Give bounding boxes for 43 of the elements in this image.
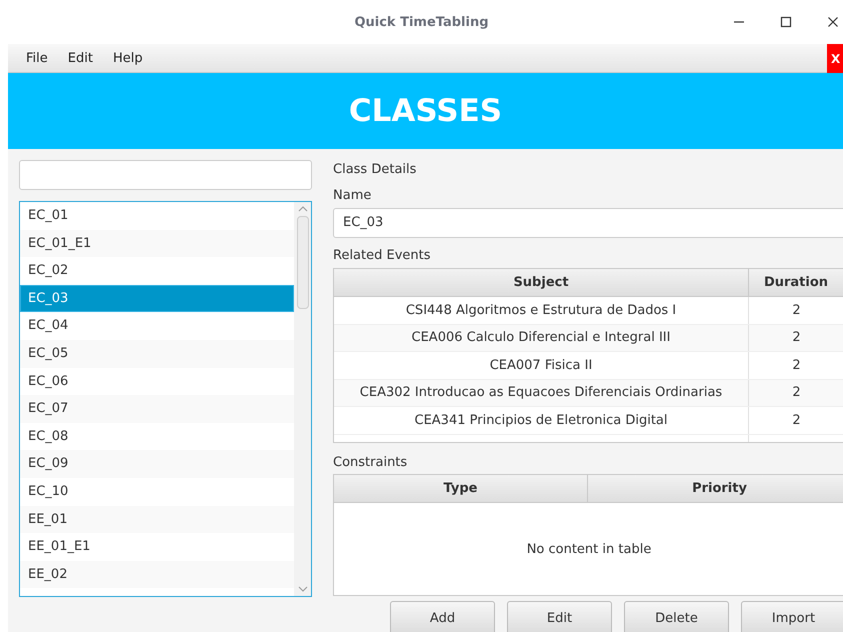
list-item[interactable]: EE_02 bbox=[20, 560, 294, 588]
table-cell: CEA341 Principios de Eletronica Digital bbox=[334, 407, 749, 434]
scroll-thumb[interactable] bbox=[296, 216, 308, 309]
table-cell: CEA006 Calculo Diferencial e Integral III bbox=[334, 324, 749, 351]
table-cell-text: 2 bbox=[791, 302, 802, 320]
column-header[interactable]: Type bbox=[334, 475, 588, 502]
scroll-up-icon[interactable] bbox=[298, 206, 308, 212]
menu-item[interactable]: Edit bbox=[60, 50, 101, 66]
action-button[interactable]: Edit bbox=[507, 601, 612, 632]
scroll-down-icon[interactable] bbox=[298, 586, 308, 592]
window-title: Quick TimeTabling bbox=[354, 14, 489, 30]
section-label: Related Events bbox=[333, 248, 432, 265]
maximize-icon[interactable] bbox=[780, 16, 792, 28]
column-header[interactable]: Priority bbox=[588, 475, 843, 502]
list-item[interactable]: EE_01 bbox=[20, 506, 294, 534]
table-cell: CEA007 Fisica II bbox=[334, 352, 749, 378]
scrollbar[interactable] bbox=[294, 202, 311, 596]
list-item[interactable]: EC_01_E1 bbox=[20, 230, 294, 258]
action-button[interactable]: Add bbox=[390, 601, 495, 632]
empty-message: No content in table bbox=[526, 542, 652, 556]
table-cell-text: 2 bbox=[791, 412, 802, 430]
action-button[interactable]: Import bbox=[741, 601, 843, 632]
list-item[interactable]: EC_05 bbox=[20, 340, 294, 368]
table-cell-text: 2 bbox=[791, 384, 802, 402]
close-badge[interactable]: X bbox=[827, 44, 843, 73]
name-field[interactable]: EC_03 bbox=[333, 208, 843, 238]
page-heading: CLASSES bbox=[348, 93, 502, 129]
table-cell: CEA302 Introducao as Equacoes Diferenciais Ordinarias bbox=[334, 380, 749, 406]
action-button[interactable]: Delete bbox=[624, 601, 729, 632]
list-item[interactable]: EC_07 bbox=[20, 395, 294, 423]
section-label: Constraints bbox=[333, 455, 408, 472]
field-label: Name bbox=[333, 188, 372, 205]
section-title: Class Details bbox=[333, 162, 418, 179]
search-field[interactable] bbox=[19, 160, 312, 190]
table-cell-text: 2 bbox=[791, 356, 802, 375]
table-cell: CSI448 Algoritmos e Estrutura de Dados I bbox=[334, 297, 749, 324]
menu-item[interactable]: File bbox=[18, 50, 56, 66]
menu-item[interactable]: Help bbox=[104, 50, 151, 66]
column-header[interactable]: Duration bbox=[749, 269, 843, 296]
column-header[interactable]: Subject bbox=[334, 269, 749, 296]
list-item[interactable]: EC_09 bbox=[20, 450, 294, 478]
table-cell-text: 2 bbox=[791, 329, 802, 348]
close-icon[interactable] bbox=[827, 16, 839, 28]
